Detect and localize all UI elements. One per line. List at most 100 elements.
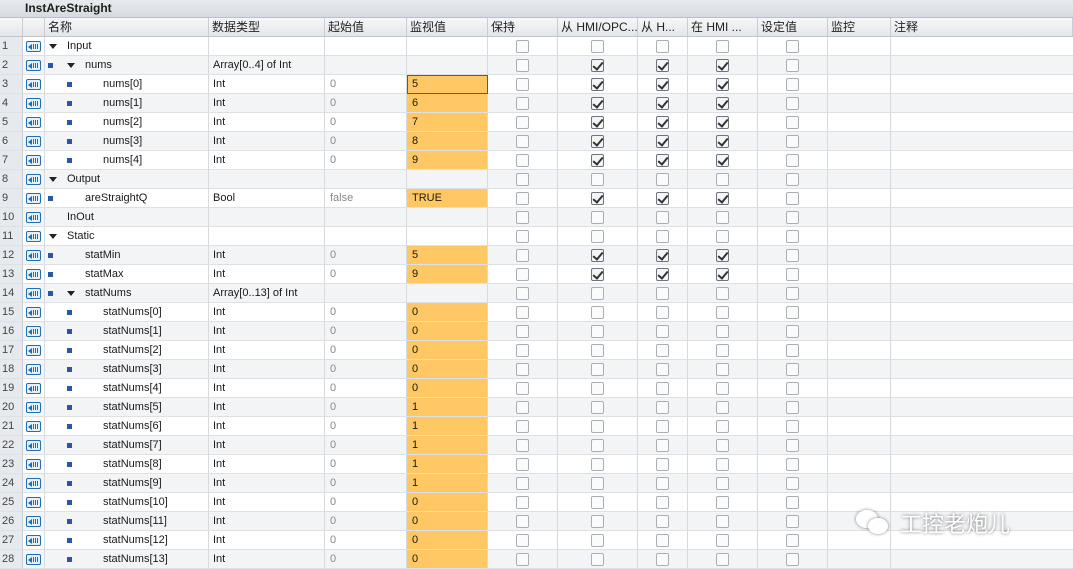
hmi-h-checkbox[interactable] [656,477,669,490]
hmi-h-checkbox[interactable] [656,173,669,186]
comment-cell[interactable] [891,37,1073,56]
start-value-cell[interactable]: 0 [325,132,407,151]
in-hmi-checkbox[interactable] [716,287,729,300]
datatype-cell[interactable] [209,170,325,189]
setpoint-checkbox[interactable] [786,458,799,471]
hmi-opc-checkbox[interactable] [591,458,604,471]
watch-cell[interactable] [828,398,891,417]
table-row[interactable]: 20 statNums[5] Int 0 1 [0,398,1073,417]
name-cell[interactable]: InOut [45,208,209,227]
watch-cell[interactable] [828,322,891,341]
comment-cell[interactable] [891,455,1073,474]
monitor-value-cell[interactable]: 0 [407,341,488,360]
comment-cell[interactable] [891,113,1073,132]
retain-checkbox[interactable] [516,496,529,509]
hmi-opc-checkbox[interactable] [591,211,604,224]
table-row[interactable]: 28 statNums[13] Int 0 0 [0,550,1073,569]
in-hmi-checkbox[interactable] [716,458,729,471]
retain-checkbox[interactable] [516,249,529,262]
hmi-opc-checkbox[interactable] [591,382,604,395]
table-row[interactable]: 2 nums Array[0..4] of Int [0,56,1073,75]
watch-cell[interactable] [828,75,891,94]
setpoint-checkbox[interactable] [786,344,799,357]
hmi-h-checkbox[interactable] [656,439,669,452]
start-value-cell[interactable]: false [325,189,407,208]
setpoint-checkbox[interactable] [786,116,799,129]
expand-arrow-icon[interactable] [49,177,57,182]
hmi-h-checkbox[interactable] [656,192,669,205]
table-row[interactable]: 22 statNums[7] Int 0 1 [0,436,1073,455]
retain-checkbox[interactable] [516,116,529,129]
monitor-value-cell[interactable] [407,170,488,189]
comment-cell[interactable] [891,56,1073,75]
watch-cell[interactable] [828,284,891,303]
comment-cell[interactable] [891,303,1073,322]
hmi-opc-checkbox[interactable] [591,268,604,281]
name-cell[interactable]: statNums[2] [45,341,209,360]
watch-cell[interactable] [828,132,891,151]
retain-checkbox[interactable] [516,458,529,471]
datatype-cell[interactable]: Int [209,379,325,398]
hmi-opc-checkbox[interactable] [591,40,604,53]
hmi-h-checkbox[interactable] [656,211,669,224]
datatype-cell[interactable]: Int [209,265,325,284]
setpoint-checkbox[interactable] [786,363,799,376]
retain-checkbox[interactable] [516,192,529,205]
hmi-opc-checkbox[interactable] [591,477,604,490]
datatype-cell[interactable]: Int [209,113,325,132]
hmi-h-checkbox[interactable] [656,420,669,433]
monitor-value-cell[interactable]: 5 [407,75,488,94]
watch-cell[interactable] [828,303,891,322]
table-row[interactable]: 1 Input [0,37,1073,56]
monitor-value-cell[interactable]: 0 [407,322,488,341]
hmi-opc-checkbox[interactable] [591,97,604,110]
retain-checkbox[interactable] [516,363,529,376]
watch-cell[interactable] [828,208,891,227]
table-row[interactable]: 10 InOut [0,208,1073,227]
datatype-cell[interactable]: Int [209,531,325,550]
name-cell[interactable]: statNums[6] [45,417,209,436]
name-cell[interactable]: statNums[9] [45,474,209,493]
in-hmi-checkbox[interactable] [716,173,729,186]
setpoint-checkbox[interactable] [786,249,799,262]
setpoint-checkbox[interactable] [786,40,799,53]
retain-checkbox[interactable] [516,268,529,281]
watch-cell[interactable] [828,379,891,398]
hmi-opc-checkbox[interactable] [591,439,604,452]
start-value-cell[interactable]: 0 [325,113,407,132]
setpoint-checkbox[interactable] [786,306,799,319]
comment-cell[interactable] [891,436,1073,455]
monitor-value-cell[interactable]: 0 [407,512,488,531]
retain-checkbox[interactable] [516,534,529,547]
header-monitor-value[interactable]: 监视值 [407,18,488,36]
hmi-h-checkbox[interactable] [656,135,669,148]
comment-cell[interactable] [891,284,1073,303]
comment-cell[interactable] [891,341,1073,360]
hmi-opc-checkbox[interactable] [591,230,604,243]
name-cell[interactable]: statNums[0] [45,303,209,322]
watch-cell[interactable] [828,436,891,455]
hmi-h-checkbox[interactable] [656,534,669,547]
monitor-value-cell[interactable]: 5 [407,246,488,265]
in-hmi-checkbox[interactable] [716,363,729,376]
monitor-value-cell[interactable]: 1 [407,474,488,493]
name-cell[interactable]: statNums[7] [45,436,209,455]
start-value-cell[interactable]: 0 [325,151,407,170]
table-row[interactable]: 23 statNums[8] Int 0 1 [0,455,1073,474]
start-value-cell[interactable] [325,284,407,303]
name-cell[interactable]: Static [45,227,209,246]
hmi-opc-checkbox[interactable] [591,344,604,357]
table-row[interactable]: 16 statNums[1] Int 0 0 [0,322,1073,341]
table-row[interactable]: 5 nums[2] Int 0 7 [0,113,1073,132]
watch-cell[interactable] [828,56,891,75]
table-row[interactable]: 14 statNums Array[0..13] of Int [0,284,1073,303]
table-row[interactable]: 11 Static [0,227,1073,246]
hmi-h-checkbox[interactable] [656,458,669,471]
hmi-opc-checkbox[interactable] [591,116,604,129]
start-value-cell[interactable]: 0 [325,246,407,265]
retain-checkbox[interactable] [516,477,529,490]
hmi-h-checkbox[interactable] [656,287,669,300]
comment-cell[interactable] [891,379,1073,398]
setpoint-checkbox[interactable] [786,97,799,110]
in-hmi-checkbox[interactable] [716,496,729,509]
